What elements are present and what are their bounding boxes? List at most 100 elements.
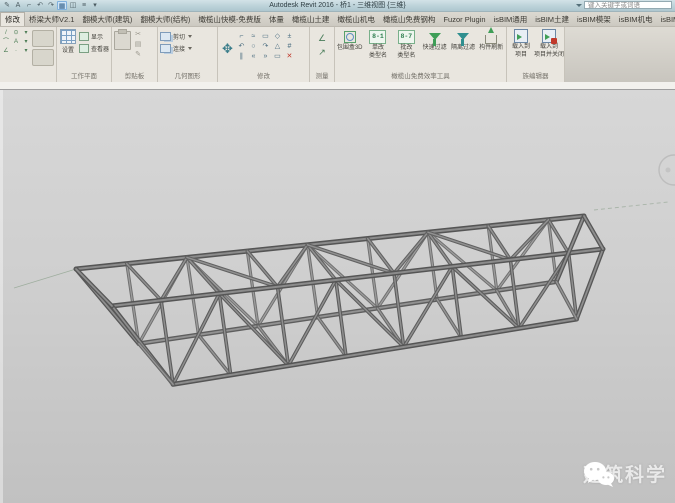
paste-icon[interactable] [114, 31, 131, 50]
ribbon-tab-7[interactable]: 橄榄山机电 [333, 13, 379, 26]
rename-batch-icon: 8-7 [398, 30, 415, 44]
isolate-filter-icon [457, 33, 469, 40]
modify-tool-icon[interactable]: ± [285, 32, 294, 41]
modify-tool-icon[interactable]: ∥ [237, 52, 246, 61]
cut-geometry-button[interactable]: 剪切 [160, 32, 192, 41]
ribbon-tab-5[interactable]: 体量 [265, 13, 288, 26]
ribbon-tab-9[interactable]: Fuzor Plugin [439, 13, 489, 26]
cut-dropdown-icon[interactable] [188, 35, 192, 38]
cut-label: 剪切 [173, 32, 185, 41]
help-search-input[interactable]: 键入关键字或词语 [584, 1, 672, 9]
load-into-project-button[interactable]: 载入到 项目 [509, 28, 533, 72]
window-title: Autodesk Revit 2016 - 桥1 - 三维视图 {三维} [0, 0, 675, 11]
modify-tool-icon[interactable]: « [249, 52, 258, 61]
ribbon-tab-1[interactable]: 桥梁大师V2.1 [25, 13, 78, 26]
gls-button-label: 构件刷新 [479, 45, 503, 52]
panel-geometry: 剪切 连接 几何图形 [158, 27, 218, 82]
gls-buttons: 包围盒3D8-1单改类型名8-7批改类型名快速过滤隔离过滤构件刷新 [335, 27, 506, 72]
panel-modify: ✥ ⌐≈▭◇±↶○↷△#∥«»▭✕ 修改 [218, 27, 310, 82]
ribbon-tab-13[interactable]: isBIM机电 [615, 13, 657, 26]
measure-line-icon[interactable]: ↗ [318, 47, 326, 57]
gls-button-label: 批改 [400, 45, 412, 52]
load-into-project-icon [514, 29, 528, 43]
truss-3d-model[interactable] [0, 90, 675, 503]
wechat-icon [583, 460, 615, 488]
panel-draw-label [0, 72, 56, 82]
draw-tool-icon[interactable]: ▾ [22, 29, 30, 37]
load-label-2: 项目 [515, 52, 527, 59]
ribbon-tab-6[interactable]: 橄榄山土建 [288, 13, 334, 26]
panel-work-plane: 设置 显示 查看器 工作平面 [57, 27, 112, 82]
ribbon-tab-10[interactable]: isBIM通用 [490, 13, 532, 26]
panel-work-plane-label: 工作平面 [57, 72, 111, 82]
draw-tool-icon[interactable]: / [2, 29, 10, 37]
panel-clipboard: ✂▤✎ 剪贴板 [112, 27, 158, 82]
draw-tool-icon[interactable]: A [12, 38, 20, 46]
modify-tool-icon[interactable]: ◇ [273, 32, 282, 41]
modify-tool-icon[interactable]: » [261, 52, 270, 61]
rename-single-button[interactable]: 8-1单改类型名 [364, 28, 391, 72]
panel-draw: /⊙▾⌒A▾∠·▾ [0, 27, 57, 82]
draw-tool-icon[interactable]: ⊙ [12, 29, 20, 37]
draw-tools-grid: /⊙▾⌒A▾∠·▾ [2, 29, 30, 72]
drawing-area[interactable]: 建筑科学 [0, 90, 675, 503]
load-into-project-close-icon [542, 29, 556, 43]
watermark: 建筑科学 [583, 460, 667, 487]
panel-family-editor-label: 族编辑器 [507, 72, 564, 82]
ribbon-tab-4[interactable]: 橄榄山快模-免费版 [194, 13, 265, 26]
modify-tool-icon[interactable]: ↷ [261, 42, 270, 51]
ribbon-tab-11[interactable]: isBIM土建 [531, 13, 573, 26]
viewer-label: 查看器 [91, 44, 109, 53]
set-label: 设置 [62, 45, 74, 54]
load-into-project-close-button[interactable]: 载入到 项目并关闭 [536, 28, 562, 72]
element-refresh-icon [485, 35, 497, 44]
ribbon-tab-0[interactable]: 修改 [0, 12, 25, 26]
angle-measure-icon[interactable]: ∠ [318, 33, 326, 43]
join-dropdown-icon[interactable] [188, 47, 192, 50]
quick-filter-button[interactable]: 快速过滤 [421, 28, 448, 72]
panel-measure: ∠ ↗ 测量 [310, 27, 335, 82]
move-icon[interactable]: ✥ [220, 29, 235, 72]
draw-tool-icon[interactable]: ⌒ [2, 38, 10, 46]
ribbon-tab-2[interactable]: 翻模大师(建筑) [78, 13, 136, 26]
draw-tool-icon[interactable]: · [12, 47, 20, 55]
viewer-button[interactable]: 查看器 [79, 44, 109, 53]
show-icon [79, 32, 89, 41]
ribbon-tab-12[interactable]: isBIM模架 [573, 13, 615, 26]
set-work-plane-button[interactable]: 设置 [59, 29, 77, 72]
gls-button-label: 类型名 [397, 53, 415, 60]
modify-tool-icon[interactable]: ▭ [273, 52, 282, 61]
draw-tool-icon[interactable]: ▾ [22, 47, 30, 55]
modify-tool-icon[interactable]: ▭ [261, 32, 270, 41]
work-plane-grid-icon [60, 29, 76, 44]
rename-batch-button[interactable]: 8-7批改类型名 [393, 28, 420, 72]
element-refresh-button[interactable]: 构件刷新 [478, 28, 505, 72]
ribbon-tab-3[interactable]: 翻模大师(结构) [136, 13, 194, 26]
ribbon-tab-14[interactable]: isBIM算量 [657, 13, 675, 26]
modify-tool-icon[interactable]: ✕ [285, 52, 294, 61]
rename-single-icon: 8-1 [369, 30, 386, 44]
isolate-filter-button[interactable]: 隔离过滤 [449, 28, 476, 72]
join-geometry-button[interactable]: 连接 [160, 44, 192, 53]
solid-form-icon[interactable] [32, 30, 54, 47]
ribbon-tab-8[interactable]: 橄榄山免费钢构 [379, 13, 440, 26]
modify-tool-icon[interactable]: ⌐ [237, 32, 246, 41]
gls-button-label: 包围盒3D [337, 45, 363, 52]
modify-tool-icon[interactable]: ○ [249, 42, 258, 51]
modify-tool-icon[interactable]: ↶ [237, 42, 246, 51]
bounding-box-3d-button[interactable]: 包围盒3D [336, 28, 363, 72]
void-form-icon[interactable] [32, 49, 54, 66]
panel-measure-label: 测量 [310, 72, 334, 82]
panel-gls-tools: 包围盒3D8-1单改类型名8-7批改类型名快速过滤隔离过滤构件刷新 橄榄山免费效… [335, 27, 507, 82]
modify-tool-icon[interactable]: △ [273, 42, 282, 51]
show-work-plane-button[interactable]: 显示 [79, 32, 109, 41]
clipboard-tool-icon[interactable]: ▤ [133, 41, 143, 49]
modify-tool-icon[interactable]: ≈ [249, 32, 258, 41]
modify-tool-icon[interactable]: # [285, 42, 294, 51]
draw-tool-icon[interactable]: ▾ [22, 38, 30, 46]
draw-tool-icon[interactable]: ∠ [2, 47, 10, 55]
gls-button-label: 单改 [372, 45, 384, 52]
clipboard-tool-icon[interactable]: ✂ [133, 31, 143, 39]
clipboard-tool-icon[interactable]: ✎ [133, 51, 143, 59]
search-dropdown-icon[interactable] [576, 4, 582, 7]
